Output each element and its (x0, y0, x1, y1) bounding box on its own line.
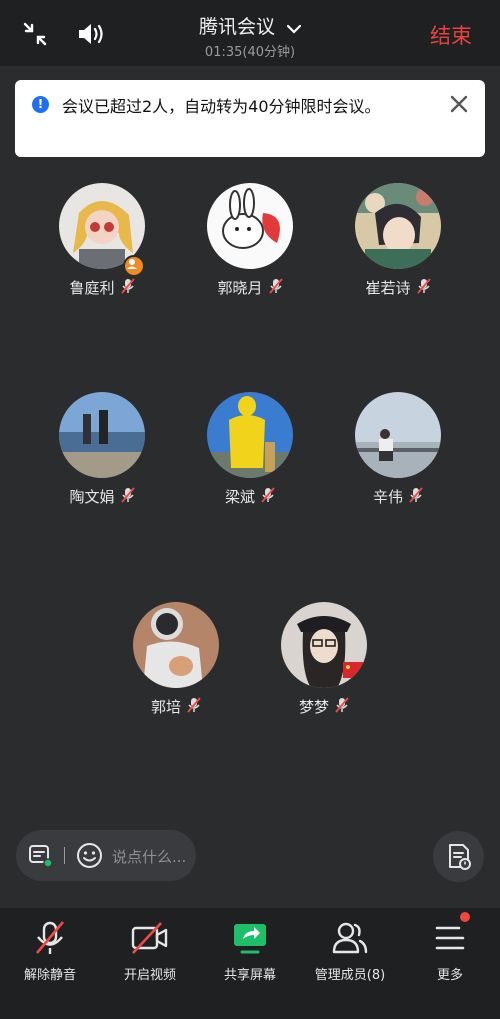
manage-members-label: 管理成员(8) (314, 968, 386, 983)
participant-name: 鲁庭利 (69, 279, 115, 297)
mic-muted-icon (120, 277, 135, 298)
more-button[interactable]: 更多 (400, 912, 500, 983)
bottom-toolbar: 解除静音 开启视频 共享屏幕 管理成员(8) 更多 (0, 908, 500, 1019)
share-screen-button[interactable]: 共享屏幕 (200, 920, 300, 983)
notice-text: 会议已超过2人，自动转为40分钟限时会议。 (62, 97, 381, 116)
manage-members-button[interactable]: 管理成员(8) (300, 920, 400, 983)
participant-tile[interactable]: 崔若诗 (328, 183, 468, 298)
mic-muted-icon (416, 277, 431, 298)
participant-tile[interactable]: 辛伟 (328, 392, 468, 507)
meeting-timer: 01:35(40分钟) (204, 45, 296, 60)
document-icon (449, 844, 471, 870)
chat-placeholder[interactable]: 说点什么... (112, 846, 186, 867)
avatar (207, 183, 293, 269)
host-badge-icon (123, 255, 145, 277)
separator (64, 847, 65, 864)
participant-name: 郭晓月 (217, 279, 263, 297)
unmute-label: 解除静音 (23, 968, 76, 983)
participant-name: 崔若诗 (365, 279, 411, 297)
participant-name-row: 辛伟 (328, 486, 468, 507)
avatar (207, 392, 293, 478)
participant-name: 陶文娟 (69, 488, 115, 506)
participant-name: 梁斌 (224, 488, 255, 506)
participant-name-row: 梦梦 (254, 696, 394, 717)
mic-muted-icon (268, 277, 283, 298)
limit-notice-banner: ! 会议已超过2人，自动转为40分钟限时会议。 (15, 80, 485, 157)
start-video-button[interactable]: 开启视频 (100, 920, 200, 983)
participant-name-row: 陶文娟 (32, 486, 172, 507)
close-icon[interactable] (449, 94, 469, 114)
mic-muted-icon (261, 486, 275, 507)
mic-muted-icon (335, 696, 349, 717)
chat-input-bar[interactable]: 说点什么... (16, 830, 196, 881)
participant-tile[interactable]: 郭培 (106, 602, 246, 717)
mic-muted-icon (0, 920, 100, 956)
meeting-title-text: 腾讯会议 (198, 16, 275, 38)
end-meeting-button[interactable]: 结束 (430, 20, 472, 50)
meeting-title[interactable]: 腾讯会议 (0, 12, 500, 39)
mic-muted-icon (120, 486, 135, 507)
participant-name: 郭培 (150, 698, 181, 716)
avatar (355, 183, 441, 269)
mic-muted-icon (187, 696, 201, 717)
meeting-notes-button[interactable] (433, 831, 484, 882)
participant-name-row: 郭培 (106, 696, 246, 717)
avatar (59, 392, 145, 478)
share-screen-icon (200, 920, 300, 956)
members-icon (300, 920, 400, 956)
notification-dot (460, 912, 470, 922)
info-icon: ! (32, 96, 49, 113)
video-off-icon (100, 920, 200, 956)
participant-tile[interactable]: 鲁庭利 (32, 183, 172, 298)
participant-tile[interactable]: 梁斌 (180, 392, 320, 507)
participant-name-row: 鲁庭利 (32, 277, 172, 298)
chevron-down-icon (286, 17, 302, 39)
participant-name-row: 郭晓月 (180, 277, 320, 298)
more-menu-icon (400, 912, 500, 956)
share-screen-label: 共享屏幕 (223, 968, 276, 983)
more-label: 更多 (436, 968, 463, 983)
avatar (355, 392, 441, 478)
emoji-icon[interactable] (76, 842, 103, 873)
unmute-button[interactable]: 解除静音 (0, 920, 100, 983)
participant-tile[interactable]: 梦梦 (254, 602, 394, 717)
start-video-label: 开启视频 (123, 968, 176, 983)
participant-name: 梦梦 (298, 698, 329, 716)
participant-name: 辛伟 (372, 488, 403, 506)
participant-tile[interactable]: 陶文娟 (32, 392, 172, 507)
avatar (281, 602, 367, 688)
participant-name-row: 梁斌 (180, 486, 320, 507)
avatar (133, 602, 219, 688)
chat-message-icon[interactable] (28, 844, 53, 872)
top-bar: 腾讯会议 01:35(40分钟) 结束 (0, 0, 500, 66)
participant-name-row: 崔若诗 (328, 277, 468, 298)
participant-tile[interactable]: 郭晓月 (180, 183, 320, 298)
mic-muted-icon (409, 486, 423, 507)
